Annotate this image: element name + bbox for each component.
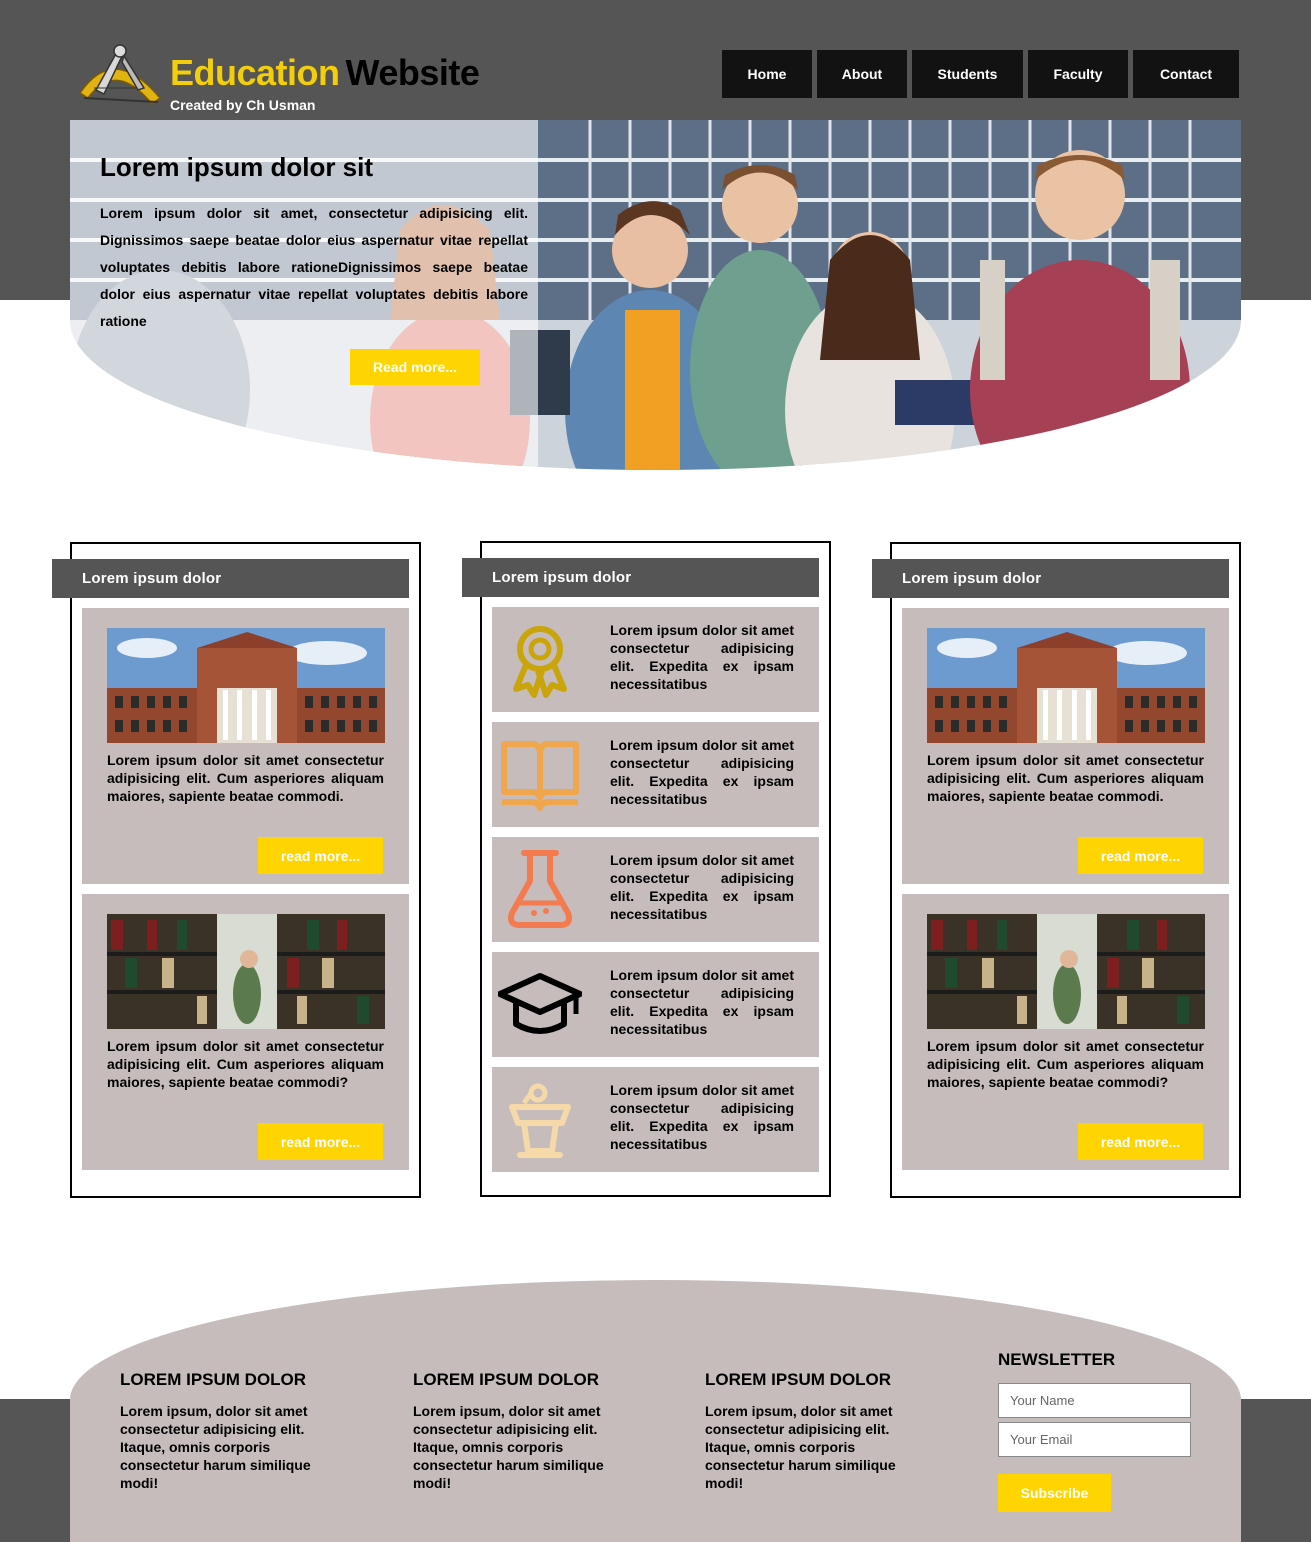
footer-column-1: LOREM IPSUM DOLOR Lorem ipsum, dolor sit… <box>120 1370 330 1492</box>
feature-text: Lorem ipsum dolor sit amet consectetur a… <box>610 622 794 692</box>
site-title: Education Website <box>170 52 480 94</box>
right-column: Lorem ipsum dolor Lorem ipsum dolor sit … <box>872 542 1241 1198</box>
middle-column: Lorem ipsum dolor Lorem ipsum dolor sit … <box>462 541 831 1197</box>
footer-column-2: LOREM IPSUM DOLOR Lorem ipsum, dolor sit… <box>413 1370 623 1492</box>
main-nav: Home About Students Faculty Contact <box>722 50 1239 98</box>
feature-text: Lorem ipsum dolor sit amet consectetur a… <box>610 967 794 1037</box>
right-card-1-read-more-button[interactable]: read more... <box>1078 837 1203 874</box>
subscribe-button[interactable]: Subscribe <box>998 1474 1111 1512</box>
feature-text: Lorem ipsum dolor sit amet consectetur a… <box>610 852 794 922</box>
footer-column-heading: LOREM IPSUM DOLOR <box>705 1370 892 1389</box>
left-card-2: Lorem ipsum dolor sit amet consectetur a… <box>82 894 409 1170</box>
podium-icon <box>509 1083 571 1158</box>
open-book-icon <box>501 741 579 811</box>
feature-text: Lorem ipsum dolor sit amet consectetur a… <box>610 737 794 807</box>
newsletter-email-input[interactable] <box>998 1422 1191 1457</box>
feature-item: Lorem ipsum dolor sit amet consectetur a… <box>492 952 819 1057</box>
university-building-image <box>927 628 1205 743</box>
feature-item: Lorem ipsum dolor sit amet consectetur a… <box>492 607 819 712</box>
nav-about[interactable]: About <box>817 50 907 98</box>
site-subtitle: Created by Ch Usman <box>170 97 316 113</box>
hero-banner: Lorem ipsum dolor sit Lorem ipsum dolor … <box>70 120 1241 470</box>
left-card-1: Lorem ipsum dolor sit amet consectetur a… <box>82 608 409 884</box>
feature-item: Lorem ipsum dolor sit amet consectetur a… <box>492 722 819 827</box>
nav-contact[interactable]: Contact <box>1133 50 1239 98</box>
left-card-2-read-more-button[interactable]: read more... <box>258 1123 383 1160</box>
right-column-heading: Lorem ipsum dolor <box>872 559 1229 598</box>
newsletter-name-input[interactable] <box>998 1383 1191 1418</box>
library-bookshelves-image <box>107 914 385 1029</box>
brand-second-word: Website <box>345 52 480 93</box>
footer-column-text: Lorem ipsum, dolor sit amet consectetur … <box>413 1403 604 1491</box>
university-building-image <box>107 628 385 743</box>
footer-column-heading: LOREM IPSUM DOLOR <box>413 1370 600 1389</box>
hero-read-more-button[interactable]: Read more... <box>350 349 480 385</box>
page: Education Website Created by Ch Usman Hom… <box>0 0 1311 1542</box>
nav-home[interactable]: Home <box>722 50 812 98</box>
footer-column-text: Lorem ipsum, dolor sit amet consectetur … <box>705 1403 896 1491</box>
feature-item: Lorem ipsum dolor sit amet consectetur a… <box>492 837 819 942</box>
nav-faculty[interactable]: Faculty <box>1028 50 1128 98</box>
hero-text: Lorem ipsum dolor sit amet, consectetur … <box>100 205 528 329</box>
right-card-2: Lorem ipsum dolor sit amet consectetur a… <box>902 894 1229 1170</box>
newsletter-heading: NEWSLETTER <box>998 1350 1116 1369</box>
left-card-2-text: Lorem ipsum dolor sit amet consectetur a… <box>107 1038 384 1090</box>
flask-icon <box>508 850 572 928</box>
left-card-1-read-more-button[interactable]: read more... <box>258 837 383 874</box>
nav-students[interactable]: Students <box>912 50 1023 98</box>
feature-item: Lorem ipsum dolor sit amet consectetur a… <box>492 1067 819 1172</box>
library-bookshelves-image <box>927 914 1205 1029</box>
right-card-1: Lorem ipsum dolor sit amet consectetur a… <box>902 608 1229 884</box>
right-card-2-text: Lorem ipsum dolor sit amet consectetur a… <box>927 1038 1204 1090</box>
left-card-1-text: Lorem ipsum dolor sit amet consectetur a… <box>107 752 384 804</box>
footer-column-heading: LOREM IPSUM DOLOR <box>120 1370 307 1389</box>
brand-first-word: Education <box>170 52 340 93</box>
right-card-1-text: Lorem ipsum dolor sit amet consectetur a… <box>927 752 1204 804</box>
feature-text: Lorem ipsum dolor sit amet consectetur a… <box>610 1082 794 1152</box>
left-column: Lorem ipsum dolor Lorem ipsum dolor sit … <box>52 542 421 1198</box>
newsletter-form: NEWSLETTER Subscribe <box>998 1350 1192 1512</box>
left-column-heading: Lorem ipsum dolor <box>52 559 409 598</box>
middle-column-heading: Lorem ipsum dolor <box>462 558 819 597</box>
right-card-2-read-more-button[interactable]: read more... <box>1078 1123 1203 1160</box>
footer-column-text: Lorem ipsum, dolor sit amet consectetur … <box>120 1403 311 1491</box>
graduation-cap-icon <box>498 973 582 1034</box>
footer-column-3: LOREM IPSUM DOLOR Lorem ipsum, dolor sit… <box>705 1370 915 1492</box>
award-ribbon-icon <box>513 626 567 698</box>
logo-icon[interactable] <box>74 38 164 108</box>
hero-title: Lorem ipsum dolor sit <box>100 152 374 182</box>
